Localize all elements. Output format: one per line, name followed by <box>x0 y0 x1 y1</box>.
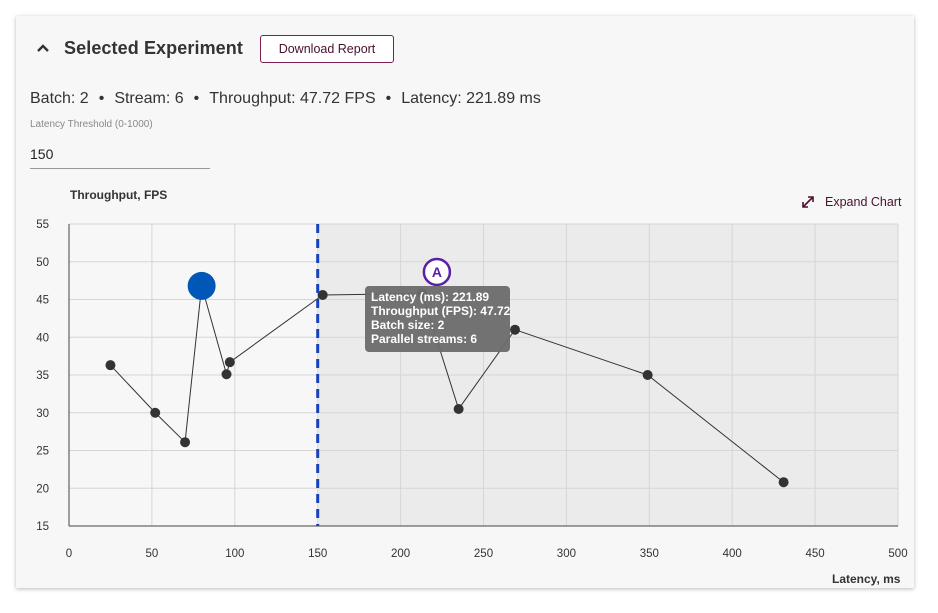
data-point[interactable] <box>778 477 789 488</box>
data-point[interactable] <box>510 324 521 335</box>
x-axis-title: Latency, ms <box>832 572 901 586</box>
tooltip-line: Latency (ms): 221.89 <box>371 290 489 304</box>
y-tick-label: 35 <box>36 370 49 382</box>
x-tick-label: 100 <box>225 548 244 560</box>
tooltip-line: Parallel streams: 6 <box>371 332 477 346</box>
y-tick-label: 50 <box>36 257 49 269</box>
x-tick-label: 300 <box>557 548 576 560</box>
x-tick-label: 0 <box>66 548 72 560</box>
x-tick-label: 200 <box>391 548 410 560</box>
x-tick-label: 250 <box>474 548 493 560</box>
y-tick-label: 45 <box>36 295 49 307</box>
tooltip-line: Throughput (FPS): 47.72 <box>371 304 511 318</box>
throughput-latency-chart: 0 50 100 150 200 250 300 350 400 450 500 15 20 25 30 35… <box>36 219 907 560</box>
data-point[interactable] <box>180 437 191 448</box>
x-tick-label: 50 <box>146 548 159 560</box>
y-tick-label: 20 <box>36 483 49 495</box>
x-tick-label: 350 <box>640 548 659 560</box>
data-point[interactable] <box>642 370 653 380</box>
x-tick-label: 450 <box>806 548 825 560</box>
tooltip-line: Batch size: 2 <box>371 318 445 332</box>
y-tick-label: 25 <box>36 446 49 458</box>
data-point[interactable] <box>150 407 161 418</box>
y-tick-label: 40 <box>36 332 49 344</box>
selected-point-label: A <box>432 264 442 280</box>
y-tick-label: 30 <box>36 408 49 420</box>
x-tick-label: 150 <box>308 548 327 560</box>
data-point[interactable] <box>453 403 464 414</box>
y-tick-label: 15 <box>36 521 49 533</box>
x-tick-label: 400 <box>723 548 742 560</box>
y-tick-label: 55 <box>36 219 49 231</box>
data-point[interactable] <box>221 369 232 380</box>
x-tick-label: 500 <box>888 548 907 560</box>
data-point[interactable] <box>105 360 116 371</box>
highlighted-point[interactable] <box>187 271 216 300</box>
data-point[interactable] <box>224 357 235 368</box>
